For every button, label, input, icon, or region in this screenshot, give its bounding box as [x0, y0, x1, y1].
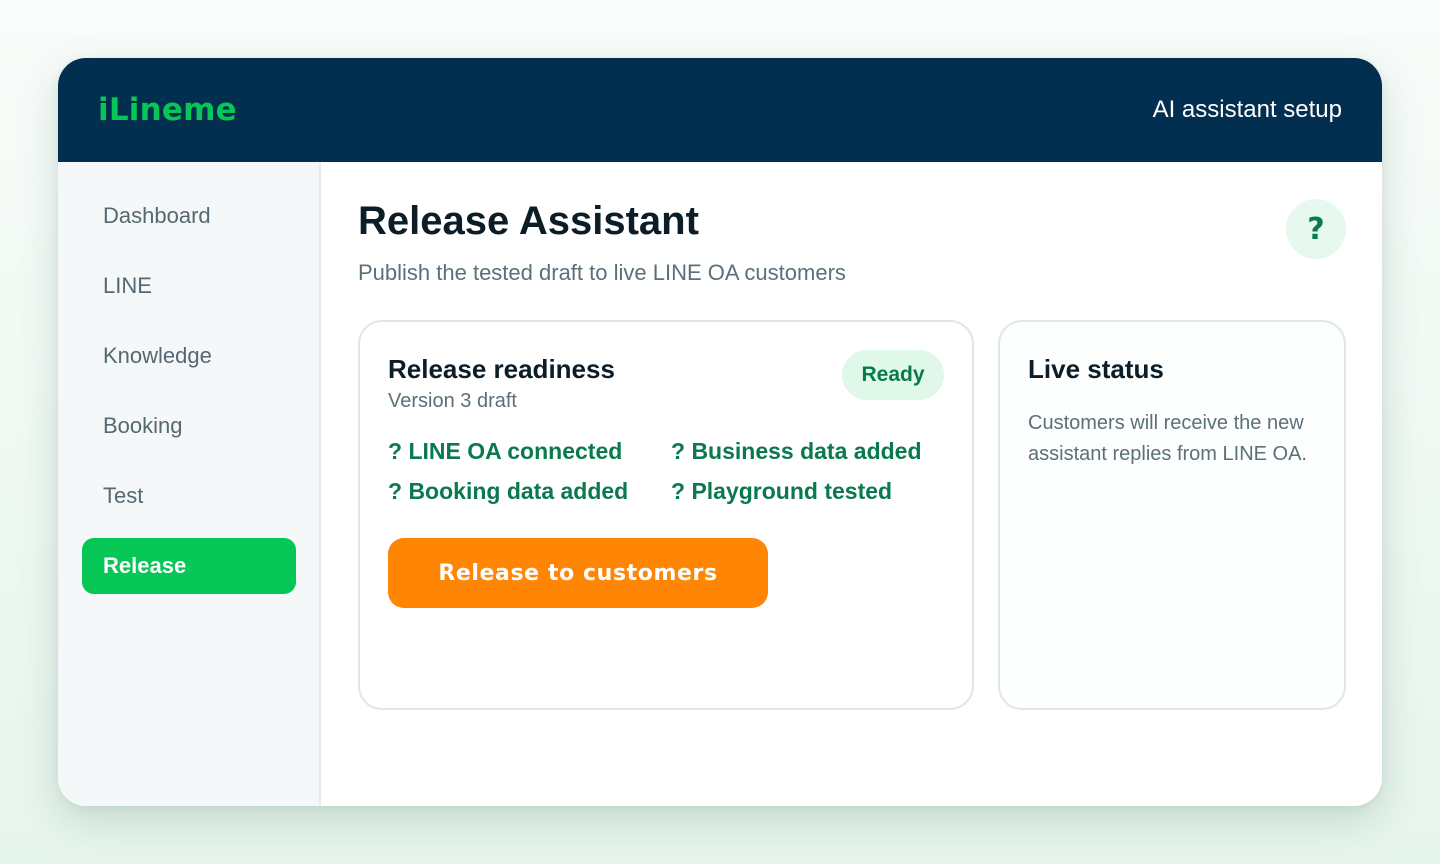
sidebar: Dashboard LINE Knowledge Booking Test Re… — [58, 162, 321, 806]
sidebar-item-release[interactable]: Release — [82, 538, 296, 594]
main-content: Release Assistant Publish the tested dra… — [321, 162, 1382, 806]
readiness-title: Release readiness — [388, 354, 615, 384]
check-item-booking-data: ? Booking data added — [388, 478, 629, 504]
check-item-business-data: ? Business data added — [671, 438, 922, 464]
top-bar: iLineme AI assistant setup — [58, 58, 1382, 162]
release-to-customers-button[interactable]: Release to customers — [388, 538, 768, 608]
help-icon: ? — [1307, 211, 1325, 247]
status-badge: Ready — [842, 350, 944, 400]
check-item-playground: ? Playground tested — [671, 478, 893, 504]
sidebar-item-knowledge[interactable]: Knowledge — [82, 328, 296, 384]
sidebar-item-line[interactable]: LINE — [82, 258, 296, 314]
help-button[interactable]: ? — [1286, 199, 1346, 259]
sidebar-item-dashboard[interactable]: Dashboard — [82, 188, 296, 244]
sidebar-item-test[interactable]: Test — [82, 468, 296, 524]
live-status-card: Live status Customers will receive the n… — [998, 320, 1346, 710]
sidebar-item-booking[interactable]: Booking — [82, 398, 296, 454]
brand-logo[interactable]: iLineme — [98, 92, 237, 128]
check-item-line-oa: ? LINE OA connected — [388, 438, 623, 464]
version-label: Version 3 draft — [388, 390, 517, 412]
live-status-title: Live status — [1028, 354, 1164, 384]
live-status-text: Customers will receive the new assistant… — [1028, 412, 1307, 465]
release-readiness-card: Release readiness Version 3 draft Ready … — [358, 320, 974, 710]
readiness-checklist: ? LINE OA connected ? Business data adde… — [388, 438, 958, 505]
header-title: AI assistant setup — [1152, 96, 1342, 123]
app-window: iLineme AI assistant setup Dashboard LIN… — [58, 58, 1382, 806]
page-title: Release Assistant — [358, 199, 699, 243]
page-subtitle: Publish the tested draft to live LINE OA… — [358, 260, 846, 285]
